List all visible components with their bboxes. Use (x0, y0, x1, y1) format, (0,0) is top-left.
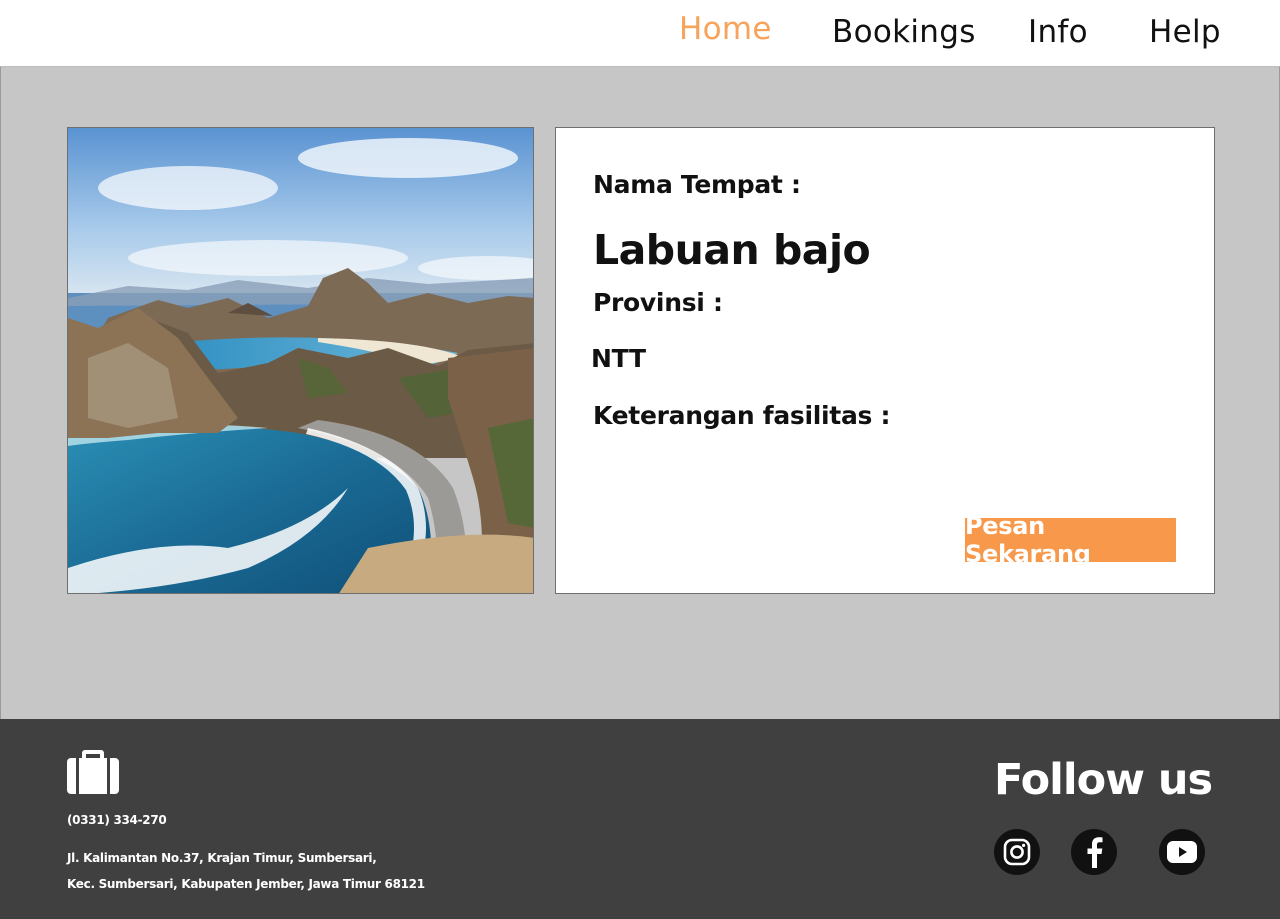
facebook-icon[interactable] (1071, 829, 1117, 875)
facilities-label: Keterangan fasilitas : (593, 401, 891, 430)
footer: (0331) 334-270 Jl. Kalimantan No.37, Kra… (0, 719, 1280, 919)
nav-bookings[interactable]: Bookings (832, 14, 976, 50)
footer-address-line2: Kec. Sumbersari, Kabupaten Jember, Jawa … (67, 877, 425, 891)
nav-info[interactable]: Info (1028, 14, 1088, 50)
footer-address-line1: Jl. Kalimantan No.37, Krajan Timur, Sumb… (67, 851, 377, 865)
youtube-icon[interactable] (1159, 829, 1205, 875)
place-name-label: Nama Tempat : (593, 170, 801, 199)
nav-home[interactable]: Home (679, 11, 772, 47)
follow-us-title: Follow us (994, 755, 1213, 805)
destination-detail-card: Nama Tempat : Labuan bajo Provinsi : NTT… (555, 127, 1215, 594)
book-now-button[interactable]: Pesan Sekarang (965, 512, 1176, 568)
footer-phone: (0331) 334-270 (67, 813, 167, 827)
province-value: NTT (591, 344, 646, 373)
briefcase-icon (67, 750, 119, 794)
place-name-value: Labuan bajo (593, 226, 871, 274)
province-label: Provinsi : (593, 288, 723, 317)
instagram-icon[interactable] (994, 829, 1040, 875)
top-navbar: Home Bookings Info Help (0, 0, 1280, 67)
nav-help[interactable]: Help (1149, 14, 1221, 50)
destination-photo (67, 127, 534, 594)
